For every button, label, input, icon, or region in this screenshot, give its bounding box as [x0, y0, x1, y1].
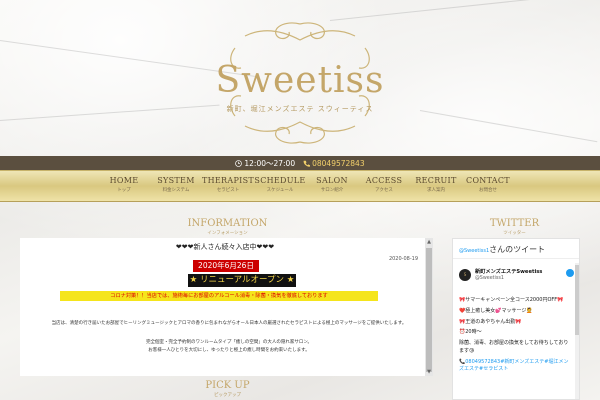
nav-label: HOME	[109, 176, 139, 185]
information-scrollbar[interactable]: ▲ ▼	[425, 238, 433, 376]
information-paragraph: 当店は、清楚の行き届いたお部屋でヒーリングミュージックとアロマの香りに包まれなが…	[51, 321, 407, 326]
nav-label: THERAPIST	[202, 176, 255, 185]
twitter-widget: @Sweetiss1さんのツイート S 新町メンズエステSweetiss @Sw…	[452, 238, 580, 400]
scroll-up-icon[interactable]: ▲	[425, 238, 433, 246]
nav-sublabel: スケジュール	[266, 188, 294, 193]
pickup-title: PICK UP	[205, 380, 250, 391]
phone-icon	[303, 160, 311, 167]
renewal-badge: ★ リニューアルオープン ★	[188, 274, 296, 287]
tweet-line: ❤️極上癒し美女💕マッサージ💆	[459, 307, 533, 314]
nav-sublabel: サロン紹介	[320, 188, 344, 193]
twitter-header-suffix: さんのツイート	[489, 245, 546, 254]
nav-label: SYSTEM	[157, 176, 195, 185]
main-nav: HOME トップ SYSTEM 料金システム THERAPIST セラピスト SCHE…	[0, 170, 600, 202]
tweet-line: 除菌、消毒、お部屋の換気をしてお待ちしております😘	[459, 340, 569, 354]
account-name[interactable]: 新町メンズエステSweetiss	[475, 268, 542, 275]
nav-item-system[interactable]: SYSTEM 料金システム	[150, 171, 202, 201]
information-title: INFORMATION	[187, 218, 268, 229]
tweet-line: 🎀王道のあやちゃん出勤🎀	[459, 318, 522, 325]
scroll-thumb[interactable]	[575, 265, 579, 335]
tweet-line: 🎀サマーキャンペーン全コース2000円OFF🎀	[459, 297, 564, 303]
paragraph-line: 完全個室・完全予約制のワンルームタイプ「癒しの空間」の大人の隠れ家サロン。	[145, 340, 313, 345]
nav-label: SCHEDULE	[254, 176, 306, 185]
tweet-line: ⏰20時〜	[459, 329, 482, 336]
nav-item-schedule[interactable]: SCHEDULE スケジュール	[254, 171, 306, 201]
twitter-scrollbar[interactable]	[575, 263, 579, 399]
nav-label: ACCESS	[365, 176, 403, 185]
tweet-card[interactable]: S 新町メンズエステSweetiss @Sweetiss1	[453, 261, 579, 281]
information-subtitle: インフォメーション	[207, 231, 248, 236]
nav-item-therapist[interactable]: THERAPIST セラピスト	[202, 171, 254, 201]
info-bar: 12:00〜27:00 08049572843	[0, 156, 600, 170]
information-panel: ❤❤❤新人さん続々入店中❤❤❤ 2020-08-19 2020年6月26日 ★ …	[20, 238, 432, 376]
nav-sublabel: 料金システム	[162, 188, 190, 193]
twitter-title: TWITTER	[489, 218, 540, 229]
nav-label: RECRUIT	[415, 176, 457, 185]
account-handle[interactable]: @Sweetiss1	[475, 276, 504, 281]
information-headline: ❤❤❤新人さん続々入店中❤❤❤	[175, 243, 275, 251]
information-date: 2020-08-19	[388, 256, 418, 262]
paragraph-line: お客様一人ひとりを大切にし、ゆったりと極上の癒し時間をお約束いたします。	[148, 347, 310, 353]
nav-sublabel: セラピスト	[216, 188, 240, 193]
phone[interactable]: 08049572843	[303, 159, 365, 168]
nav-sublabel: トップ	[117, 188, 131, 193]
tweet-text: 🎀サマーキャンペーン全コース2000円OFF🎀 ❤️極上癒し美女💕マッサージ💆 …	[459, 297, 571, 377]
date-badge: 2020年6月26日	[193, 260, 259, 272]
hours-text: 12:00〜27:00	[244, 158, 296, 168]
phone-text[interactable]: 08049572843	[312, 159, 365, 168]
nav-item-contact[interactable]: CONTACT お問合せ	[462, 171, 514, 201]
twitter-header: @Sweetiss1さんのツイート	[453, 239, 579, 259]
avatar[interactable]: S	[459, 269, 471, 281]
nav-sublabel: お問合せ	[479, 188, 497, 193]
logo-subtitle: 新町、堀江メンズエステ スウィーティス	[226, 105, 374, 113]
logo-text: Sweetiss	[215, 60, 385, 101]
twitter-subtitle: ツイッター	[503, 231, 526, 236]
covid-notice: コロナ対策！！当店では、施術毎にお部屋のアルコール消毒・除菌・換気を徹底しており…	[60, 291, 378, 301]
scroll-down-icon[interactable]: ▼	[425, 368, 433, 376]
nav-item-home[interactable]: HOME トップ	[98, 171, 150, 201]
twitter-header-handle[interactable]: @Sweetiss1	[459, 248, 489, 254]
logo[interactable]: Sweetiss 新町、堀江メンズエステ スウィーティス	[205, 18, 395, 148]
nav-item-salon[interactable]: SALON サロン紹介	[306, 171, 358, 201]
nav-label: SALON	[316, 176, 348, 185]
nav-sublabel: 求人案内	[427, 188, 445, 193]
site-header: Sweetiss 新町、堀江メンズエステ スウィーティス	[0, 0, 600, 158]
nav-item-access[interactable]: ACCESS アクセス	[358, 171, 410, 201]
information-paragraph: 完全個室・完全予約制のワンルームタイプ「癒しの空間」の大人の隠れ家サロン。 お客…	[34, 339, 424, 354]
tweet-line[interactable]: 📞08049572843#新町メンズエステ#堀江メンズエステ#セラピスト	[459, 359, 571, 375]
nav-item-recruit[interactable]: RECRUIT 求人案内	[410, 171, 462, 201]
scroll-thumb[interactable]	[426, 248, 432, 372]
nav-sublabel: アクセス	[375, 188, 393, 193]
pickup-subtitle: ピックアップ	[214, 393, 241, 398]
twitter-bird-icon[interactable]	[566, 269, 574, 277]
hours: 12:00〜27:00	[235, 158, 295, 169]
nav-label: CONTACT	[466, 176, 510, 185]
clock-icon	[235, 159, 243, 167]
